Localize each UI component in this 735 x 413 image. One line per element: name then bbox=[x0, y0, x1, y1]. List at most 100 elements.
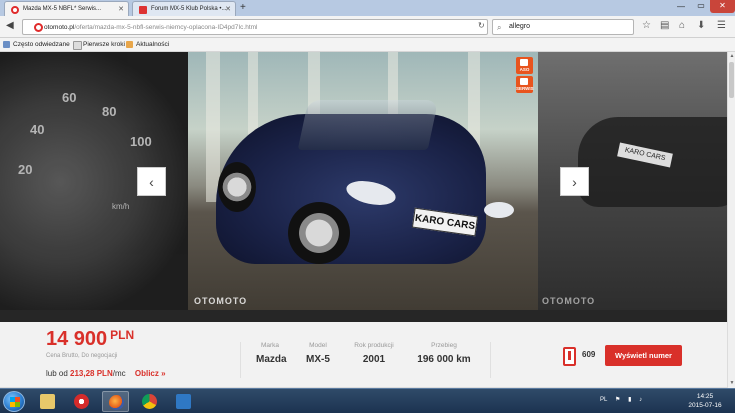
taskbar-app[interactable] bbox=[170, 391, 197, 412]
spec-mileage: Przebieg 196 000 km bbox=[412, 342, 476, 365]
page-scrollbar[interactable]: ▲ ▼ bbox=[727, 52, 735, 388]
gauge-unit: km/h bbox=[112, 202, 130, 211]
gauge-number: 100 bbox=[130, 134, 152, 149]
tab-title: Forum MX-5 Klub Polska •... bbox=[151, 6, 227, 12]
phone-icon bbox=[563, 347, 576, 366]
clock-date: 2015-07-16 bbox=[688, 402, 722, 409]
window-minimize-button[interactable]: — bbox=[672, 2, 690, 14]
media-player-icon bbox=[74, 394, 89, 409]
photo-gallery: 60 80 40 100 20 km/h KARO CARS OTOMOTO A… bbox=[0, 52, 727, 322]
spec-label: Rok produkcji bbox=[354, 342, 394, 349]
clock-time: 14:25 bbox=[696, 393, 714, 400]
main-car-photo[interactable]: KARO CARS OTOMOTO ASO SERWIS bbox=[188, 52, 538, 310]
browser-tab-bar: Mazda MX-5 NBFL* Serwis... ✕ Forum MX-5 … bbox=[0, 0, 735, 16]
bookmarks-toolbar: Często odwiedzane Pierwsze kroki Aktualn… bbox=[0, 38, 735, 52]
back-arrow-icon[interactable]: ◀ bbox=[6, 20, 14, 31]
tray-volume-icon[interactable]: ♪ bbox=[639, 397, 642, 403]
bookmark-getting-started[interactable]: Pierwsze kroki bbox=[73, 41, 125, 50]
new-tab-button[interactable]: + bbox=[240, 2, 246, 13]
chevron-right-icon: › bbox=[572, 174, 577, 190]
windows-taskbar: PL ⚑ ▮ ♪ 14:25 2015-07-16 bbox=[0, 388, 735, 413]
forum-favicon-icon bbox=[139, 6, 147, 14]
taskbar-firefox[interactable] bbox=[102, 391, 129, 412]
bookmark-news[interactable]: Aktualności bbox=[126, 41, 169, 48]
browser-nav-bar: ◀ otomoto.pl/oferta/mazda-mx-5-nbfl-serw… bbox=[0, 16, 735, 38]
browser-tab-forum[interactable]: Forum MX-5 Klub Polska •... ✕ bbox=[132, 1, 236, 16]
spec-model: Model MX-5 bbox=[304, 342, 332, 365]
site-identity-icon[interactable] bbox=[34, 23, 43, 32]
window-close-button[interactable]: ✕ bbox=[710, 0, 735, 13]
phone-number-partial: 609 bbox=[582, 350, 596, 359]
system-clock[interactable]: 14:25 2015-07-16 bbox=[683, 392, 727, 410]
chevron-left-icon: ‹ bbox=[149, 174, 154, 190]
price-amount: 14 900 bbox=[46, 328, 108, 350]
gallery-next-button[interactable]: › bbox=[560, 167, 589, 196]
firefox-icon bbox=[109, 395, 124, 410]
divider bbox=[240, 342, 241, 378]
finance-amount: 213,28 PLN bbox=[70, 369, 113, 378]
url-host: otomoto.pl bbox=[44, 24, 75, 31]
system-tray: PL ⚑ ▮ ♪ bbox=[600, 396, 648, 403]
gauge-number: 20 bbox=[18, 162, 33, 177]
browser-tab-otomoto[interactable]: Mazda MX-5 NBFL* Serwis... ✕ bbox=[4, 1, 129, 16]
spec-value: 2001 bbox=[362, 354, 386, 365]
scroll-up-icon[interactable]: ▲ bbox=[729, 53, 735, 59]
gauge-number: 40 bbox=[30, 122, 45, 137]
aso-badge-icon: ASO bbox=[516, 57, 533, 74]
financing-line: lub od 213,28 PLN/mc Oblicz » bbox=[46, 369, 166, 378]
window-maximize-button[interactable]: ▭ bbox=[692, 1, 710, 13]
spec-year: Rok produkcji 2001 bbox=[350, 342, 398, 365]
car-wheel bbox=[218, 162, 256, 212]
start-button[interactable] bbox=[3, 391, 25, 412]
url-path: /oferta/mazda-mx-5-nbfl-serwis-niemcy-op… bbox=[74, 24, 258, 31]
chrome-icon bbox=[142, 394, 157, 409]
taskbar-media-player[interactable] bbox=[68, 391, 95, 412]
scrollbar-thumb[interactable] bbox=[729, 62, 734, 98]
reload-icon[interactable]: ↻ bbox=[478, 21, 485, 30]
search-input[interactable]: ⌕ allegro bbox=[492, 19, 634, 35]
spec-label: Marka bbox=[260, 342, 280, 349]
headlight bbox=[484, 202, 514, 218]
price-note: Cena Brutto, Do negocjacji bbox=[46, 353, 118, 359]
gauge-number: 60 bbox=[62, 90, 77, 105]
tab-close-icon[interactable]: ✕ bbox=[118, 5, 124, 13]
menu-hamburger-icon[interactable]: ☰ bbox=[717, 20, 726, 31]
scroll-down-icon[interactable]: ▼ bbox=[729, 380, 735, 386]
service-badge-icon: SERWIS bbox=[516, 76, 534, 93]
tray-flag-icon[interactable]: ⚑ bbox=[615, 397, 620, 403]
downloads-icon[interactable]: ⬇ bbox=[697, 20, 705, 31]
spec-label: Model bbox=[309, 342, 327, 349]
gallery-prev-button[interactable]: ‹ bbox=[137, 167, 166, 196]
photo-watermark: OTOMOTO bbox=[194, 296, 248, 306]
application-icon bbox=[176, 394, 191, 409]
tab-title: Mazda MX-5 NBFL* Serwis... bbox=[23, 6, 102, 12]
pagination-dots bbox=[336, 314, 386, 322]
spec-value: Mazda bbox=[256, 354, 287, 365]
tab-close-icon[interactable]: ✕ bbox=[225, 5, 231, 13]
price: 14 900 PLN bbox=[46, 328, 134, 351]
taskbar-explorer[interactable] bbox=[34, 391, 61, 412]
taskbar-chrome[interactable] bbox=[136, 391, 163, 412]
address-bar[interactable]: otomoto.pl/oferta/mazda-mx-5-nbfl-serwis… bbox=[22, 19, 488, 35]
divider bbox=[490, 342, 491, 378]
tray-network-icon[interactable]: ▮ bbox=[628, 397, 631, 403]
price-currency: PLN bbox=[110, 328, 135, 342]
car-wheel bbox=[288, 202, 350, 264]
spec-make: Marka Mazda bbox=[256, 342, 287, 365]
bookmark-star-icon[interactable]: ☆ bbox=[642, 20, 651, 31]
spec-label: Przebieg bbox=[431, 342, 457, 349]
photo-watermark: OTOMOTO bbox=[542, 296, 596, 306]
spec-value: MX-5 bbox=[306, 354, 330, 365]
search-value: allegro bbox=[509, 23, 531, 30]
search-icon: ⌕ bbox=[497, 23, 502, 32]
home-icon[interactable]: ⌂ bbox=[679, 20, 685, 31]
finance-prefix: lub od bbox=[46, 369, 68, 378]
spec-value: 196 000 km bbox=[417, 354, 471, 365]
bookmark-most-visited[interactable]: Często odwiedzane bbox=[3, 41, 70, 48]
tray-language[interactable]: PL bbox=[600, 397, 607, 403]
folder-icon bbox=[40, 394, 55, 409]
show-number-button[interactable]: Wyświetl numer bbox=[605, 345, 682, 366]
otomoto-favicon-icon bbox=[11, 6, 19, 14]
calculate-link[interactable]: Oblicz » bbox=[135, 369, 166, 378]
bookmarks-menu-icon[interactable]: ▤ bbox=[660, 20, 669, 31]
